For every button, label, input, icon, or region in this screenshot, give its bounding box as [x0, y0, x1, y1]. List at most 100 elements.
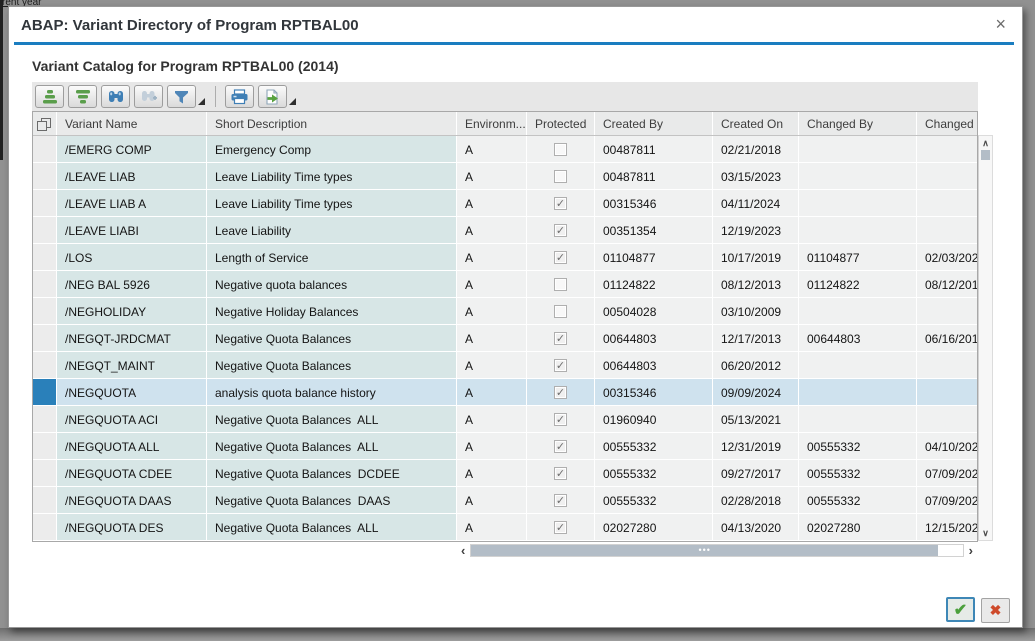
row-selector[interactable] [33, 244, 57, 271]
created-by-cell: 00644803 [595, 325, 713, 352]
row-selector[interactable] [33, 271, 57, 298]
table-row[interactable]: /LEAVE LIAB A Leave Liability Time types… [33, 190, 977, 217]
protected-cell: ✓ [527, 460, 595, 487]
row-selector[interactable] [33, 460, 57, 487]
table-row[interactable]: /NEGQUOTA ALL Negative Quota Balances AL… [33, 433, 977, 460]
changed-by-cell [799, 298, 917, 325]
filter-button[interactable] [167, 85, 196, 108]
vertical-scrollbar[interactable]: ∧ ∨ [978, 135, 993, 541]
scroll-down-arrow-icon[interactable]: ∨ [982, 526, 989, 540]
created-on-cell: 12/19/2023 [713, 217, 799, 244]
protected-checkbox [554, 170, 567, 183]
created-on-cell: 12/31/2019 [713, 433, 799, 460]
export-button[interactable] [258, 85, 287, 108]
changed-on-cell: 06/16/201 [917, 325, 977, 352]
table-row[interactable]: /NEGQUOTA ACI Negative Quota Balances AL… [33, 406, 977, 433]
created-on-cell: 09/27/2017 [713, 460, 799, 487]
table-row[interactable]: /LEAVE LIAB Leave Liability Time types A… [33, 163, 977, 190]
environment-cell: A [457, 190, 527, 217]
table-header-row: Variant Name Short Description Environm.… [33, 112, 977, 136]
horizontal-scroll-thumb[interactable]: ••• [471, 545, 938, 556]
environment-cell: A [457, 352, 527, 379]
background-left-strip [0, 0, 3, 160]
toolbar-separator [215, 86, 216, 107]
row-selector[interactable] [33, 298, 57, 325]
protected-checkbox [554, 305, 567, 318]
variant-name-cell: /LEAVE LIAB [57, 163, 207, 190]
changed-by-cell [799, 163, 917, 190]
vertical-scroll-thumb[interactable] [981, 150, 990, 160]
select-all-header[interactable] [33, 112, 57, 135]
horizontal-scrollbar[interactable]: ‹ ••• › [456, 542, 978, 559]
column-header-environment[interactable]: Environm... [457, 112, 527, 135]
table-row[interactable]: /EMERG COMP Emergency Comp A 00487811 02… [33, 136, 977, 163]
row-selector[interactable] [33, 352, 57, 379]
scroll-left-arrow-icon[interactable]: ‹ [456, 543, 470, 558]
print-button[interactable] [225, 85, 254, 108]
table-row[interactable]: /NEGQUOTA DAAS Negative Quota Balances D… [33, 487, 977, 514]
find-next-button[interactable] [134, 85, 163, 108]
protected-checkbox: ✓ [554, 413, 567, 426]
environment-cell: A [457, 136, 527, 163]
sort-descending-button[interactable] [68, 85, 97, 108]
table-row[interactable]: /NEGQUOTA CDEE Negative Quota Balances D… [33, 460, 977, 487]
short-description-cell: Negative Quota Balances ALL [207, 406, 457, 433]
scroll-up-arrow-icon[interactable]: ∧ [982, 136, 989, 150]
column-header-variant-name[interactable]: Variant Name [57, 112, 207, 135]
protected-checkbox: ✓ [554, 359, 567, 372]
row-selector[interactable] [33, 325, 57, 352]
column-header-created-on[interactable]: Created On [713, 112, 799, 135]
protected-cell: ✓ [527, 514, 595, 541]
column-header-created-by[interactable]: Created By [595, 112, 713, 135]
protected-checkbox [554, 143, 567, 156]
protected-checkbox: ✓ [554, 494, 567, 507]
export-dropdown-arrow[interactable] [289, 98, 296, 105]
table-row[interactable]: /NEGQUOTA DES Negative Quota Balances AL… [33, 514, 977, 541]
short-description-cell: Length of Service [207, 244, 457, 271]
environment-cell: A [457, 325, 527, 352]
table-row[interactable]: /NEGQUOTA analysis quota balance history… [33, 379, 977, 406]
created-by-cell: 00487811 [595, 136, 713, 163]
table-row[interactable]: /LEAVE LIABI Leave Liability A ✓ 0035135… [33, 217, 977, 244]
table-row[interactable]: /NEGHOLIDAY Negative Holiday Balances A … [33, 298, 977, 325]
created-on-cell: 09/09/2024 [713, 379, 799, 406]
variant-name-cell: /LOS [57, 244, 207, 271]
row-selector[interactable] [33, 487, 57, 514]
row-selector[interactable] [33, 514, 57, 541]
row-selector[interactable] [33, 190, 57, 217]
row-selector[interactable] [33, 433, 57, 460]
confirm-button[interactable]: ✔ [946, 597, 975, 622]
column-header-changed-by[interactable]: Changed By [799, 112, 917, 135]
column-header-changed-on[interactable]: Changed On [917, 112, 977, 135]
row-selector[interactable] [33, 406, 57, 433]
row-selector[interactable] [33, 136, 57, 163]
protected-cell: ✓ [527, 433, 595, 460]
title-underline [14, 42, 1014, 45]
row-selector[interactable] [33, 217, 57, 244]
table-body: /EMERG COMP Emergency Comp A 00487811 02… [33, 136, 977, 541]
find-button[interactable] [101, 85, 130, 108]
filter-dropdown-arrow[interactable] [198, 98, 205, 105]
sort-ascending-button[interactable] [35, 85, 64, 108]
table-row[interactable]: /NEGQT_MAINT Negative Quota Balances A ✓… [33, 352, 977, 379]
protected-cell: ✓ [527, 406, 595, 433]
scroll-grip-icon: ••• [698, 548, 710, 553]
variant-name-cell: /LEAVE LIABI [57, 217, 207, 244]
table-row[interactable]: /LOS Length of Service A ✓ 01104877 10/1… [33, 244, 977, 271]
table-row[interactable]: /NEG BAL 5926 Negative quota balances A … [33, 271, 977, 298]
scroll-right-arrow-icon[interactable]: › [964, 543, 978, 558]
horizontal-scroll-track[interactable]: ••• [470, 544, 963, 557]
column-header-protected[interactable]: Protected [527, 112, 595, 135]
created-by-cell: 00555332 [595, 433, 713, 460]
table-row[interactable]: /NEGQT-JRDCMAT Negative Quota Balances A… [33, 325, 977, 352]
environment-cell: A [457, 487, 527, 514]
close-icon[interactable]: × [995, 15, 1006, 33]
created-by-cell: 00315346 [595, 379, 713, 406]
cancel-button[interactable]: ✖ [981, 598, 1010, 623]
column-header-short-description[interactable]: Short Description [207, 112, 457, 135]
row-selector[interactable] [33, 163, 57, 190]
row-selector[interactable] [33, 379, 57, 406]
protected-checkbox: ✓ [554, 467, 567, 480]
variant-name-cell: /NEGQT_MAINT [57, 352, 207, 379]
export-icon [264, 89, 282, 105]
